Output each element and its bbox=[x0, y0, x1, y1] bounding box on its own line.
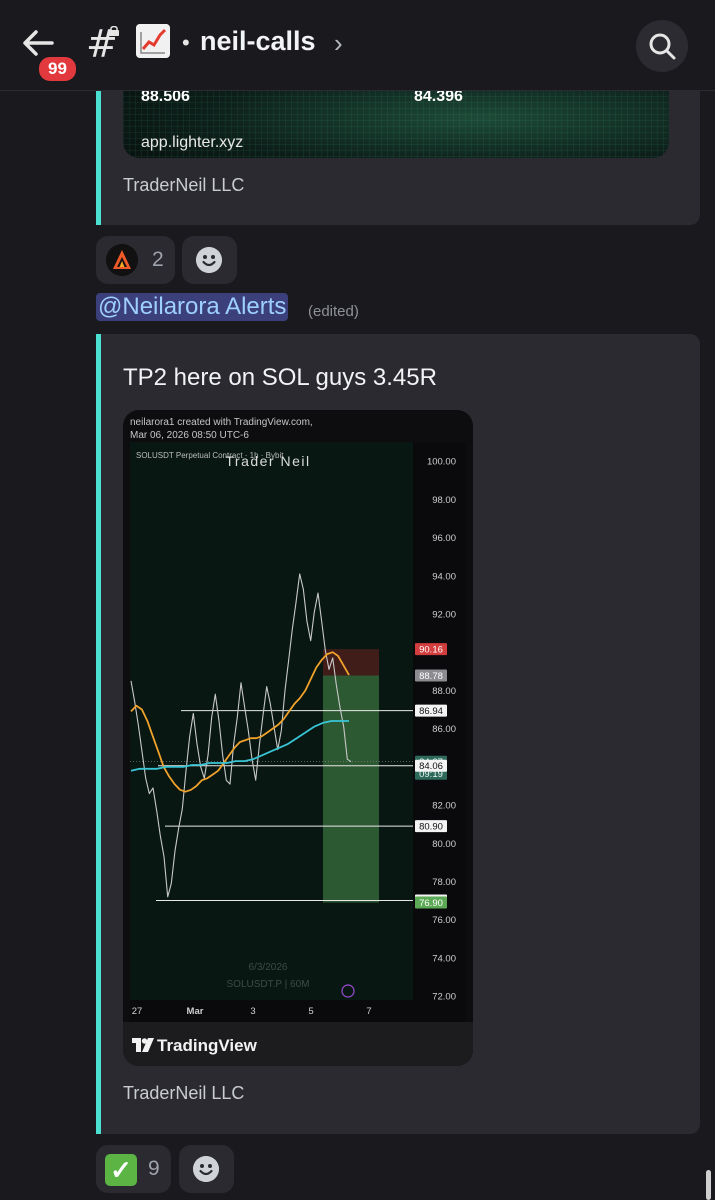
embed-description: TP2 here on SOL guys 3.45R bbox=[123, 364, 437, 391]
smile-add-reaction-icon bbox=[196, 247, 222, 273]
search-button[interactable] bbox=[636, 20, 688, 72]
edited-label: (edited) bbox=[308, 303, 359, 320]
y-tick-label: 100.00 bbox=[427, 457, 456, 468]
lock-icon bbox=[109, 26, 119, 36]
channel-header: 99 # • neil-calls › bbox=[0, 0, 715, 91]
channel-name[interactable]: neil-calls bbox=[200, 26, 316, 57]
x-tick-label: 7 bbox=[366, 1006, 371, 1017]
y-tick-label: 72.00 bbox=[432, 992, 456, 1003]
y-tick-label: 88.00 bbox=[432, 686, 456, 697]
watermark-date: 6/3/2026 bbox=[249, 962, 288, 973]
reaction-check[interactable]: ✓ 9 bbox=[96, 1145, 171, 1193]
search-icon bbox=[649, 33, 676, 60]
watermark-symbol: SOLUSDT.P | 60M bbox=[227, 979, 310, 990]
price-label-level: 84.06 bbox=[419, 761, 443, 772]
tradingview-chart-image[interactable]: neilarora1 created with TradingView.com,… bbox=[123, 410, 473, 1066]
x-tick-label: 5 bbox=[308, 1006, 313, 1017]
y-tick-label: 76.00 bbox=[432, 915, 456, 926]
price-label-entry: 88.78 bbox=[419, 671, 443, 682]
embed-site-label: app.lighter.xyz bbox=[141, 134, 244, 151]
x-tick-label: 3 bbox=[250, 1006, 255, 1017]
tradingview-logo: TradingView bbox=[132, 1036, 257, 1056]
separator-dot: • bbox=[182, 30, 190, 55]
tradingview-brand: TradingView bbox=[157, 1036, 257, 1055]
y-tick-label: 86.00 bbox=[432, 724, 456, 735]
tv-created-by: neilarora1 created with TradingView.com,… bbox=[130, 416, 313, 442]
embed-footer-2: TraderNeil LLC bbox=[123, 1083, 245, 1103]
time-axis bbox=[130, 1000, 466, 1022]
y-tick-label: 82.00 bbox=[432, 801, 456, 812]
chart-watermark: Trader Neil bbox=[225, 453, 310, 469]
add-reaction-button[interactable] bbox=[182, 236, 237, 284]
chart-increasing-emoji bbox=[136, 24, 170, 58]
tv-created-line1: neilarora1 created with TradingView.com, bbox=[130, 417, 313, 428]
y-tick-label: 80.00 bbox=[432, 839, 456, 850]
price-label-stop: 90.16 bbox=[419, 645, 443, 656]
role-mention[interactable]: @Neilarora Alerts bbox=[96, 293, 289, 321]
y-tick-label: 96.00 bbox=[432, 533, 456, 544]
y-tick-label: 94.00 bbox=[432, 571, 456, 582]
y-tick-label: 92.00 bbox=[432, 609, 456, 620]
reaction-count-2: 9 bbox=[148, 1157, 160, 1180]
tradingview-logo-icon bbox=[132, 1038, 154, 1052]
price-label-level: 86.94 bbox=[419, 706, 443, 717]
y-tick-label: 74.00 bbox=[432, 953, 456, 964]
add-reaction-button-2[interactable] bbox=[179, 1145, 234, 1193]
price-label-level: 80.90 bbox=[419, 822, 443, 833]
y-tick-label: 78.00 bbox=[432, 877, 456, 888]
white-check-mark-emoji: ✓ bbox=[105, 1154, 137, 1186]
price-chart: SOLUSDT Perpetual Contract · 1h · BybitT… bbox=[130, 442, 466, 1022]
tradingview-footer: TradingView bbox=[123, 1022, 473, 1066]
chevron-right-icon[interactable]: › bbox=[334, 28, 343, 59]
x-tick-label: Mar bbox=[187, 1006, 204, 1017]
reaction-fire-logo[interactable]: 2 bbox=[96, 236, 175, 284]
embed-footer: TraderNeil LLC bbox=[123, 175, 245, 195]
unread-badge: 99 bbox=[36, 54, 79, 84]
smile-add-reaction-icon bbox=[193, 1156, 219, 1182]
reaction-count: 2 bbox=[152, 248, 164, 271]
x-tick-label: 27 bbox=[132, 1006, 143, 1017]
scrollbar-thumb[interactable] bbox=[706, 1170, 711, 1200]
target-zone bbox=[323, 675, 379, 903]
tv-created-line2: Mar 06, 2026 08:50 UTC-6 bbox=[130, 430, 249, 441]
y-tick-label: 98.00 bbox=[432, 495, 456, 506]
fire-logo-emoji bbox=[106, 244, 138, 276]
price-label-target: 76.90 bbox=[419, 898, 443, 909]
